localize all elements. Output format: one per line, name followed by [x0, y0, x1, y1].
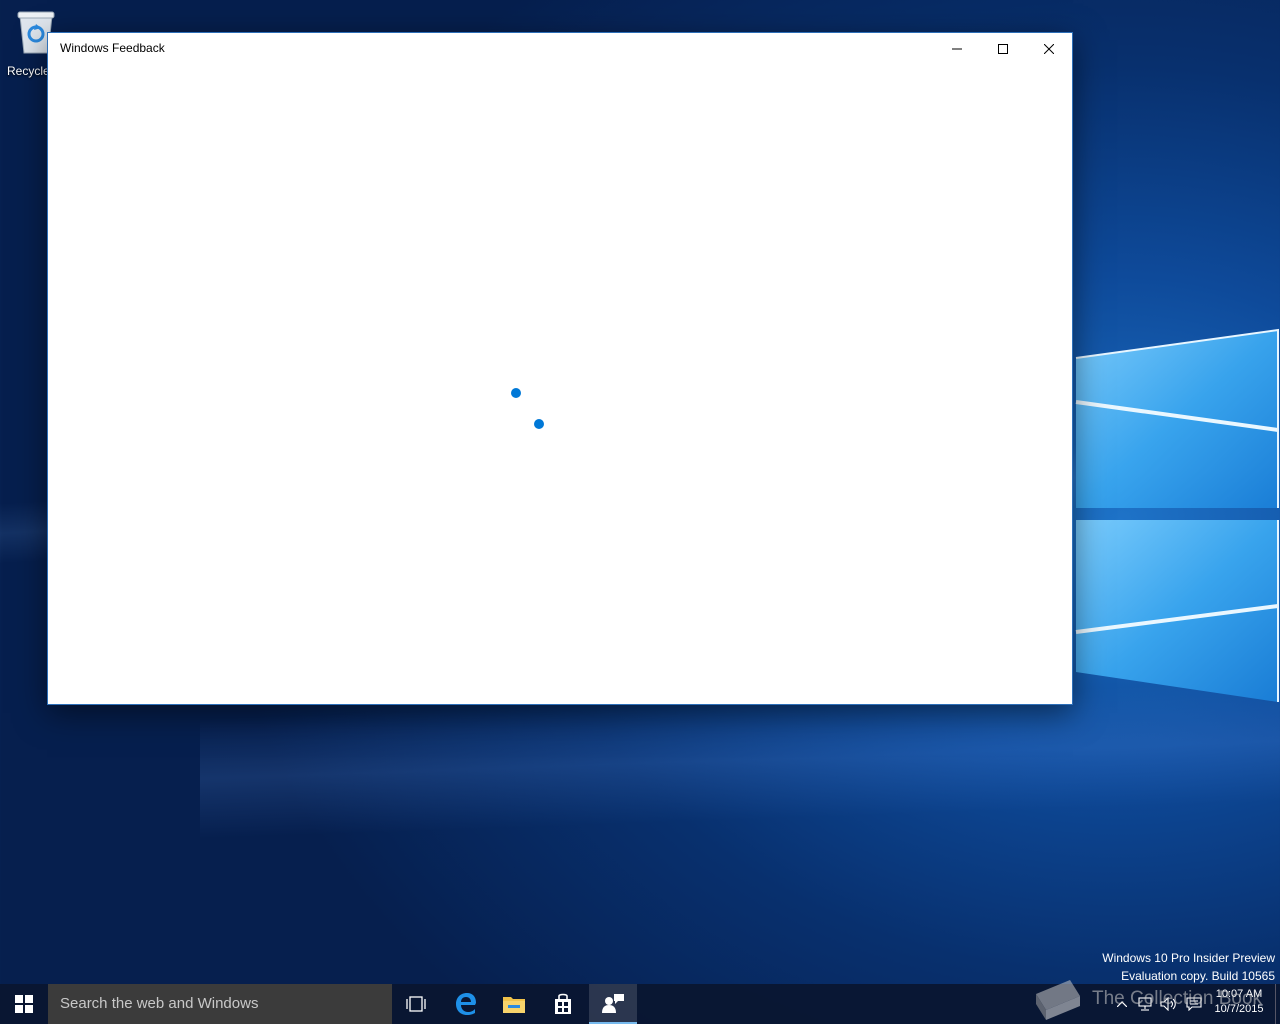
minimize-button[interactable]	[934, 33, 980, 64]
close-button[interactable]	[1026, 33, 1072, 64]
clock-time: 10:07 AM	[1215, 988, 1263, 1000]
clock-date: 10/7/2015	[1214, 1003, 1264, 1015]
loading-spinner-dot	[534, 419, 544, 429]
clock[interactable]: 10:07 AM 10/7/2015	[1208, 987, 1270, 1017]
maximize-icon	[998, 43, 1008, 54]
file-explorer-button[interactable]	[490, 984, 538, 1024]
show-hidden-icons-button[interactable]	[1112, 984, 1132, 1024]
wallpaper-windows-logo	[1075, 328, 1279, 702]
edge-icon	[456, 993, 476, 1015]
window-title: Windows Feedback	[60, 41, 165, 55]
search-box[interactable]: Search the web and Windows	[48, 984, 392, 1024]
task-view-button[interactable]	[392, 984, 440, 1024]
maximize-button[interactable]	[980, 33, 1026, 64]
volume-icon	[1160, 997, 1176, 1011]
app-window[interactable]: Windows Feedback	[47, 32, 1073, 705]
windows-start-icon	[15, 995, 33, 1013]
loading-spinner-dot	[511, 388, 521, 398]
watermark-edition: Windows 10 Pro Insider Preview	[1102, 951, 1275, 965]
build-watermark: Windows 10 Pro Insider Preview Evaluatio…	[1102, 949, 1275, 985]
store-icon	[555, 993, 571, 1014]
windows-feedback-button[interactable]	[589, 984, 637, 1024]
start-button[interactable]	[0, 984, 48, 1024]
minimize-icon	[952, 48, 962, 49]
feedback-icon	[602, 994, 624, 1013]
network-icon	[1138, 997, 1152, 1011]
store-button[interactable]	[539, 984, 587, 1024]
action-center-button[interactable]	[1183, 984, 1205, 1024]
watermark-build: Evaluation copy. Build 10565	[1121, 969, 1275, 983]
network-button[interactable]	[1134, 984, 1156, 1024]
edge-button[interactable]	[442, 984, 490, 1024]
title-bar[interactable]: Windows Feedback	[48, 33, 1072, 65]
search-input[interactable]: Search the web and Windows	[60, 984, 380, 1024]
notification-icon	[1186, 997, 1202, 1011]
taskbar: Search the web and Windows 10:07 AM 10/7…	[0, 984, 1280, 1024]
folder-icon	[503, 997, 525, 1013]
chevron-up-icon	[1117, 1001, 1127, 1007]
show-desktop-button[interactable]	[1275, 984, 1280, 1024]
close-icon	[1044, 43, 1054, 54]
volume-button[interactable]	[1158, 984, 1180, 1024]
task-view-icon	[406, 996, 426, 1012]
